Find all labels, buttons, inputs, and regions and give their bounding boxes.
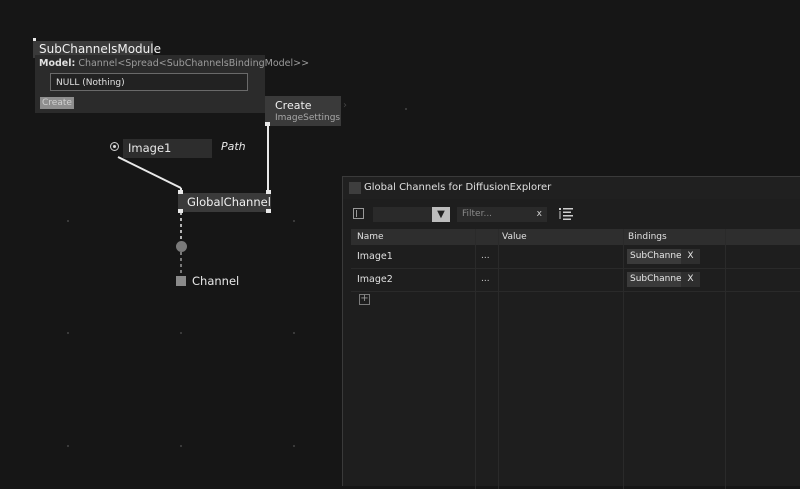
value-edit-button[interactable]: ... <box>481 246 490 266</box>
column-header-name[interactable]: Name <box>357 229 384 245</box>
sidebar-toggle-icon[interactable] <box>353 208 364 219</box>
table-header: Name Value Bindings <box>351 229 800 245</box>
binding-badge[interactable]: SubChannels <box>627 249 689 264</box>
channel-type-dropdown[interactable] <box>373 207 432 222</box>
path-label: Path <box>221 140 246 153</box>
output-pin-circle[interactable] <box>176 241 187 252</box>
table-row[interactable]: Image2 ... SubChannels X <box>351 269 800 292</box>
window-toolbar: ▼ Filter... x <box>343 204 800 226</box>
window-app-icon <box>349 182 361 194</box>
global-channel-node[interactable]: GlobalChannel <box>178 193 271 212</box>
create-image-settings-node[interactable]: Create ImageSettings <box>265 96 341 126</box>
channel-pin-label: Channel <box>192 274 240 288</box>
window-title-bar[interactable]: Global Channels for DiffusionExplorer <box>343 177 800 199</box>
channel-name: Image1 <box>357 251 393 262</box>
add-icon[interactable]: + <box>359 294 370 305</box>
model-value-field[interactable]: NULL (Nothing) <box>50 73 248 91</box>
chevron-right-icon: › <box>343 100 347 111</box>
column-header-value[interactable]: Value <box>502 229 527 245</box>
node-subtitle: ImageSettings <box>275 113 341 123</box>
binding-badge[interactable]: SubChannels <box>627 272 689 287</box>
channel-name: Image2 <box>357 274 393 285</box>
model-inspector: Model: Channel<Spread<SubChannelsBinding… <box>35 55 309 113</box>
pin-circle-icon[interactable] <box>110 142 119 151</box>
node-title: Create <box>275 99 312 112</box>
value-edit-button[interactable]: ... <box>481 269 490 289</box>
remove-binding-button[interactable]: X <box>681 249 700 264</box>
global-channels-window: Global Channels for DiffusionExplorer ▼ … <box>342 176 800 489</box>
window-title: Global Channels for DiffusionExplorer <box>364 182 552 193</box>
image1-pin[interactable]: Image1 <box>123 139 212 158</box>
sort-list-icon[interactable] <box>559 208 573 220</box>
create-model-button[interactable]: Create <box>40 97 74 109</box>
filter-input[interactable]: Filter... x <box>457 207 547 222</box>
model-type: Channel<Spread<SubChannelsBindingModel>> <box>78 58 310 69</box>
column-header-bindings[interactable]: Bindings <box>628 229 667 245</box>
remove-binding-button[interactable]: X <box>681 272 700 287</box>
table-row[interactable]: Image1 ... SubChannels X <box>351 246 800 269</box>
clear-filter-icon[interactable]: x <box>537 207 542 222</box>
dropdown-arrow-icon[interactable]: ▼ <box>432 207 450 222</box>
channel-pin-square-icon[interactable] <box>176 276 186 286</box>
node-title: SubChannelsModule <box>39 42 161 56</box>
model-line: Model: Channel<Spread<SubChannelsBinding… <box>39 58 310 69</box>
